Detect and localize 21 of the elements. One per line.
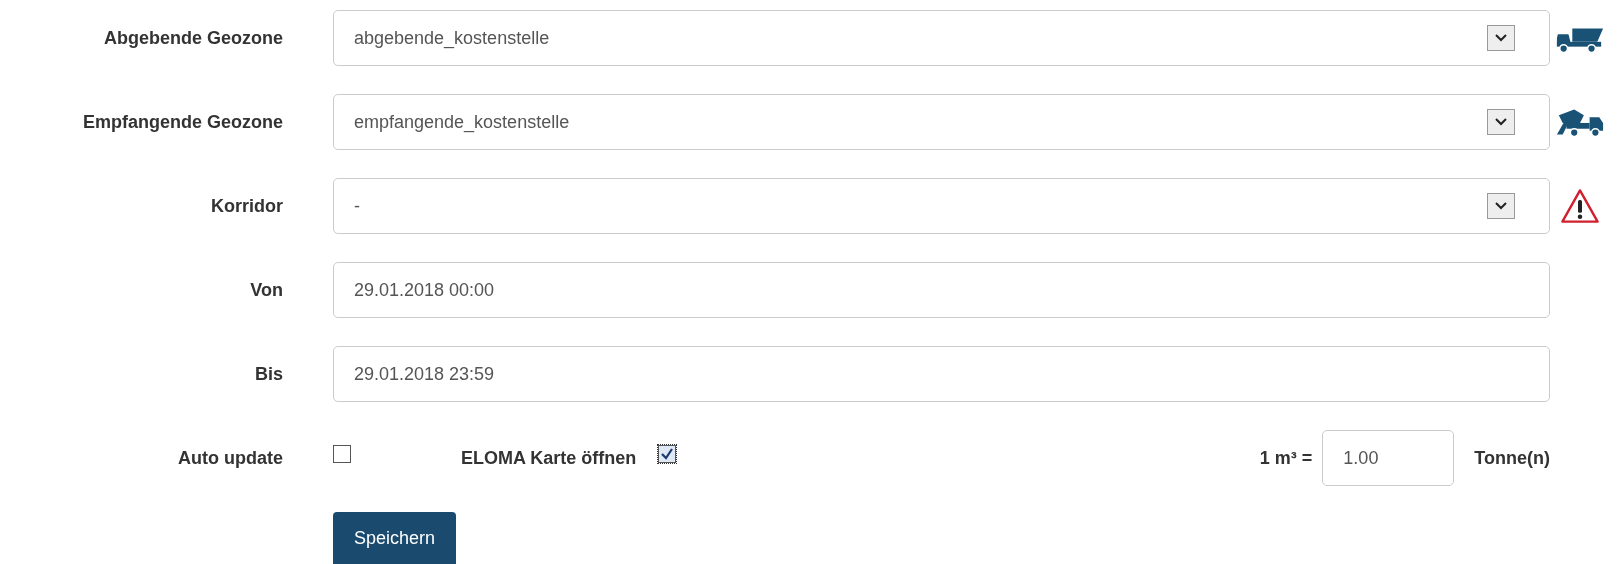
- unit-label: Tonne(n): [1474, 447, 1550, 469]
- field-label: Abgebende Geozone: [103, 27, 283, 49]
- field-label: Bis: [254, 363, 283, 385]
- caret-icon: [1487, 25, 1515, 51]
- checkbox-label: ELOMA Karte öffnen: [461, 447, 637, 469]
- field-label: Korridor: [210, 195, 283, 217]
- checkbox[interactable]: [658, 445, 677, 463]
- field-label: Auto update: [177, 447, 283, 469]
- dropdown[interactable]: empfangende_kostenstelle: [333, 94, 1550, 150]
- input-field[interactable]: 1.00: [1322, 430, 1455, 486]
- save-button[interactable]: Speichern: [333, 512, 457, 564]
- caret-icon: [1487, 109, 1515, 135]
- caret-icon: [1487, 193, 1515, 219]
- checkbox[interactable]: [333, 445, 351, 463]
- dropdown[interactable]: -: [333, 178, 1550, 234]
- input-field[interactable]: 29.01.2018 00:00: [333, 262, 1550, 318]
- field-label: Empfangende Geozone: [81, 111, 283, 133]
- dropdown[interactable]: abgebende_kostenstelle: [333, 10, 1550, 66]
- factor-label: 1 m³ =: [1259, 447, 1313, 469]
- input-field[interactable]: 29.01.2018 23:59: [333, 346, 1550, 402]
- field-label: Von: [249, 279, 283, 301]
